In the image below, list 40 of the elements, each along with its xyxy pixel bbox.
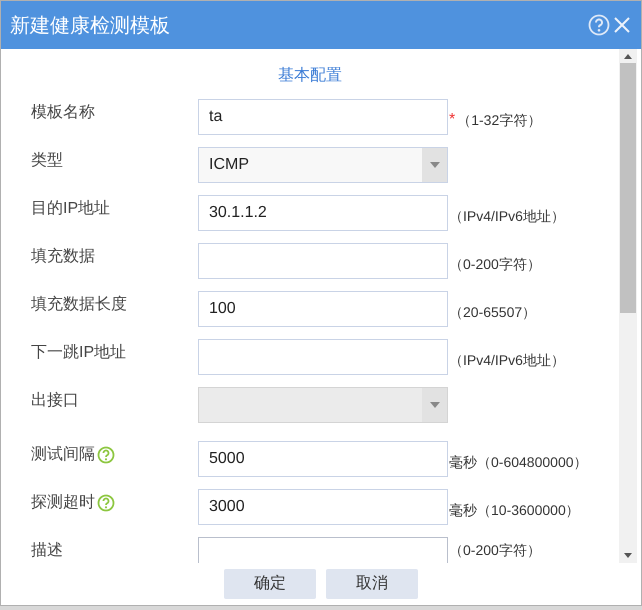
field-hint: （0-200字符）	[449, 541, 541, 559]
cancel-button[interactable]: 取消	[326, 569, 418, 599]
field-label: 模板名称	[31, 103, 95, 123]
input-field[interactable]: ta	[198, 99, 448, 135]
input-field[interactable]	[198, 339, 448, 375]
field-label: 探测超时	[31, 492, 95, 513]
select-value: ICMP	[209, 155, 249, 175]
help-icon[interactable]	[97, 446, 115, 464]
confirm-button[interactable]: 确定	[224, 569, 316, 599]
field-label: 类型	[31, 150, 63, 171]
field-label: 描述	[31, 540, 63, 561]
input-field[interactable]: 30.1.1.2	[198, 195, 448, 231]
field-hint: 毫秒（0-604800000）	[449, 453, 588, 471]
field-label: 目的IP地址	[31, 198, 110, 219]
scroll-down-icon[interactable]	[623, 553, 633, 559]
field-hint: （1-32字符）	[457, 111, 542, 129]
input-field[interactable]: 5000	[198, 441, 448, 477]
caret-icon	[430, 162, 440, 168]
field-hint: （20-65507）	[449, 303, 536, 321]
field-hint: （0-200字符）	[449, 255, 541, 273]
input-field[interactable]	[198, 243, 448, 279]
required-mark: *	[449, 110, 456, 130]
caret-icon	[430, 402, 440, 408]
select-field[interactable]: ICMP	[198, 147, 448, 183]
scroll-up-icon[interactable]	[623, 53, 633, 59]
field-label: 测试间隔	[31, 444, 95, 465]
input-field[interactable]: 3000	[198, 489, 448, 525]
field-hint: 毫秒（10-3600000）	[449, 501, 580, 519]
field-label: 下一跳IP地址	[31, 342, 126, 363]
close-icon[interactable]	[612, 15, 632, 35]
window-title: 新建健康检测模板	[10, 12, 171, 39]
help-icon[interactable]	[97, 494, 115, 512]
input-field[interactable]: 100	[198, 291, 448, 327]
field-hint: （IPv4/IPv6地址）	[449, 207, 565, 225]
field-hint: （IPv4/IPv6地址）	[449, 351, 565, 369]
scrollbar[interactable]	[619, 49, 637, 563]
field-label: 填充数据长度	[31, 294, 127, 315]
field-label: 出接口	[31, 390, 79, 411]
field-label: 填充数据	[31, 246, 95, 267]
section-title: 基本配置	[278, 66, 342, 86]
